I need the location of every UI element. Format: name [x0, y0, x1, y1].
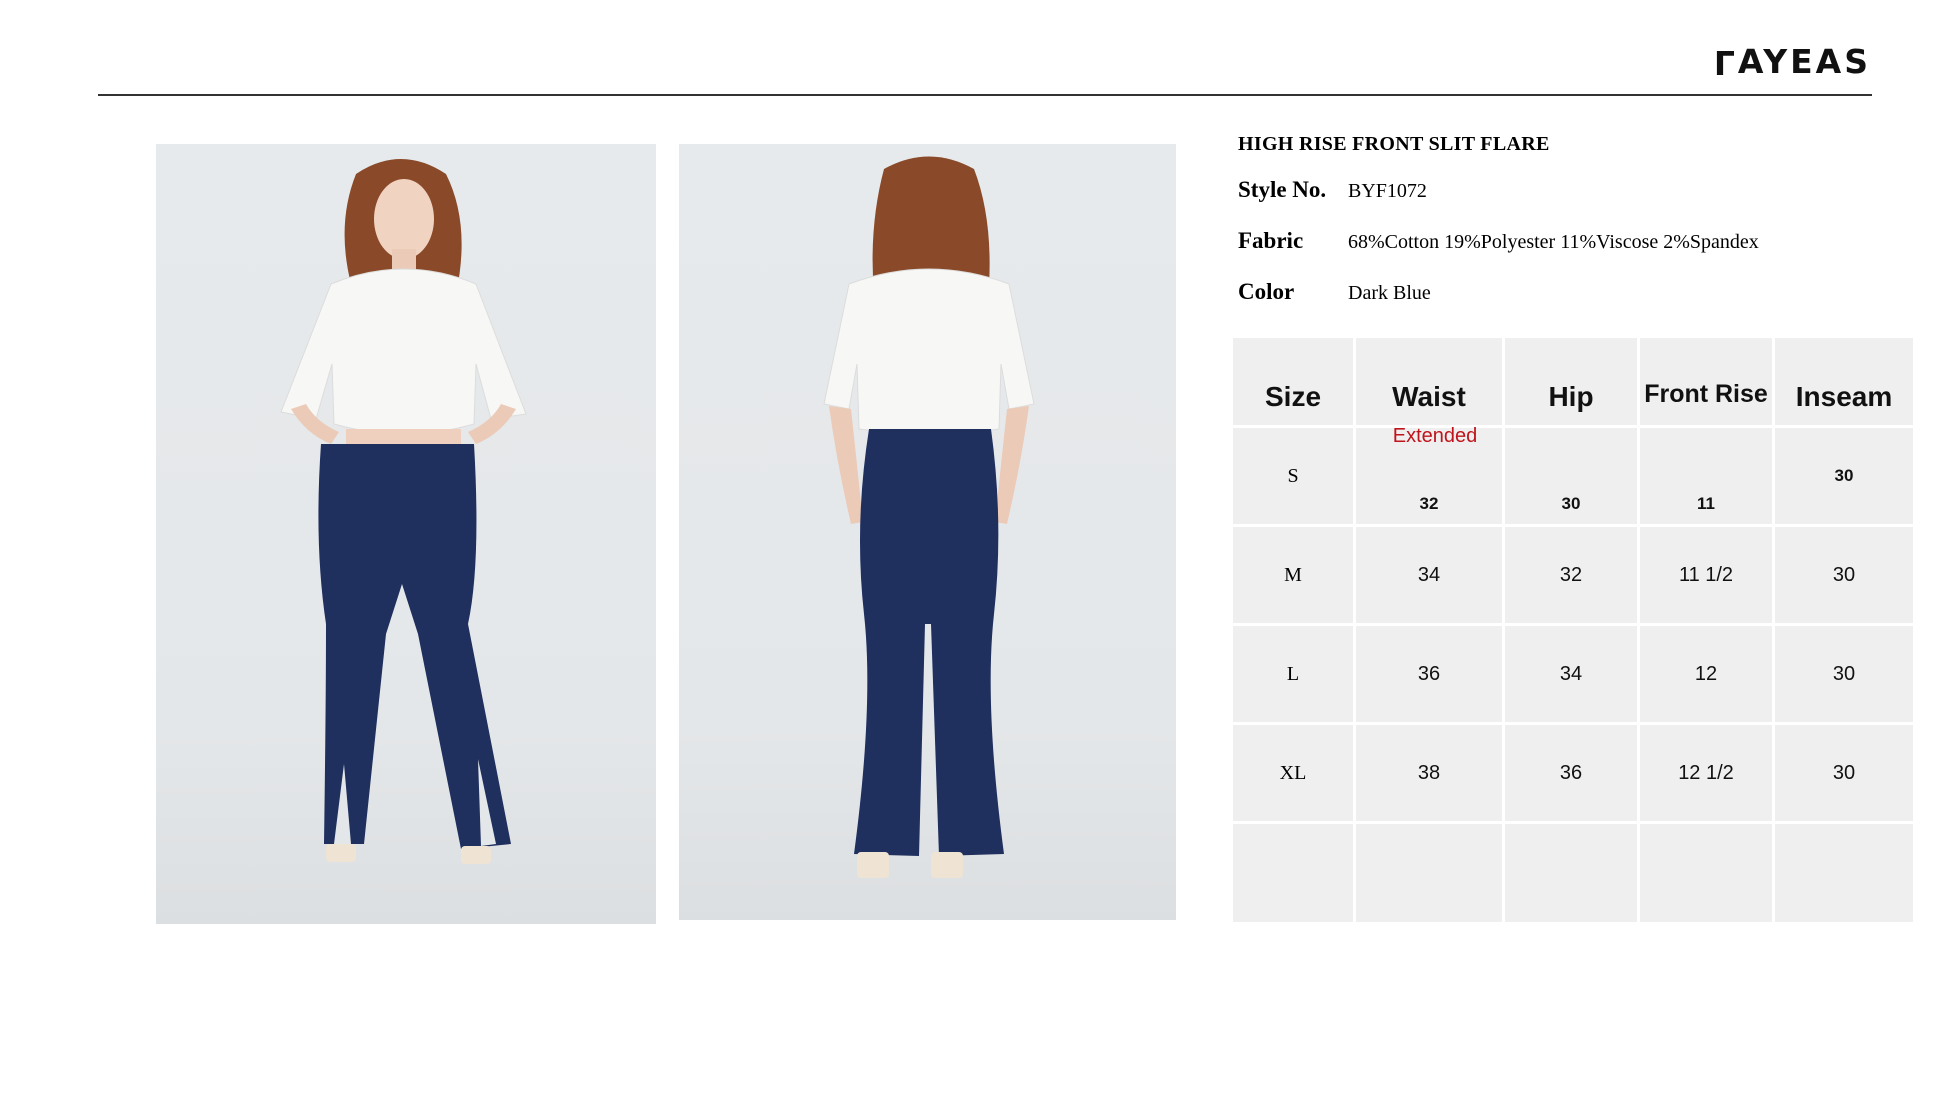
header-front-rise: Front Rise [1640, 338, 1772, 425]
spec-value-fabric: 68%Cotton 19%Polyester 11%Viscose 2%Span… [1348, 231, 1759, 253]
row-xl-size: XL [1233, 725, 1353, 821]
spec-label-fabric: Fabric [1238, 228, 1304, 253]
spec-label-color: Color [1238, 279, 1295, 304]
row-empty-hip [1505, 824, 1637, 922]
row-s-front-rise: 11 [1640, 428, 1772, 524]
row-l-size: L [1233, 626, 1353, 722]
row-empty-size [1233, 824, 1353, 922]
row-xl-front-rise: 12 1/2 [1640, 725, 1772, 821]
row-l-waist: 36 [1356, 626, 1502, 722]
extended-size-note: Extended [1392, 425, 1478, 447]
row-s-hip: 30 [1505, 428, 1637, 524]
row-m-front-rise: 11 1/2 [1640, 527, 1772, 623]
spec-value-style: BYF1072 [1348, 180, 1427, 202]
row-empty-waist [1356, 824, 1502, 922]
model-back-illustration [823, 156, 1035, 878]
spec-label-style: Style No. [1238, 177, 1327, 202]
row-m-inseam: 30 [1775, 527, 1913, 623]
spec-value-color: Dark Blue [1348, 282, 1431, 304]
header-hip: Hip [1505, 338, 1637, 425]
row-l-inseam: 30 [1775, 626, 1913, 722]
row-l-hip: 34 [1505, 626, 1637, 722]
model-front-illustration [280, 159, 527, 864]
header-size: Size [1233, 338, 1353, 425]
row-empty-inseam [1775, 824, 1913, 922]
row-l-front-rise: 12 [1640, 626, 1772, 722]
row-empty-front-rise [1640, 824, 1772, 922]
size-chart-table: Size Waist Hip Front Rise Inseam S 32 30… [1233, 338, 1913, 925]
product-photo-back [679, 144, 1176, 920]
brand-logo: LAYEAS [1713, 42, 1871, 82]
row-xl-inseam: 30 [1775, 725, 1913, 821]
row-m-hip: 32 [1505, 527, 1637, 623]
header-divider [98, 94, 1872, 96]
row-m-size: M [1233, 527, 1353, 623]
header-inseam: Inseam [1775, 338, 1913, 425]
spec-row-style: Style No. BYF1072 [1238, 177, 1427, 207]
product-photo-front [156, 144, 656, 924]
row-s-size: S [1233, 428, 1353, 524]
row-m-waist: 34 [1356, 527, 1502, 623]
header-waist: Waist [1356, 338, 1502, 425]
row-s-inseam: 30 [1775, 428, 1913, 524]
row-xl-hip: 36 [1505, 725, 1637, 821]
spec-row-color: Color Dark Blue [1238, 279, 1431, 309]
product-title: HIGH RISE FRONT SLIT FLARE [1238, 133, 1550, 155]
brand-mark: L [1713, 43, 1738, 82]
row-xl-waist: 38 [1356, 725, 1502, 821]
brand-name: AYEAS [1737, 42, 1871, 81]
spec-row-fabric: Fabric 68%Cotton 19%Polyester 11%Viscose… [1238, 228, 1759, 258]
